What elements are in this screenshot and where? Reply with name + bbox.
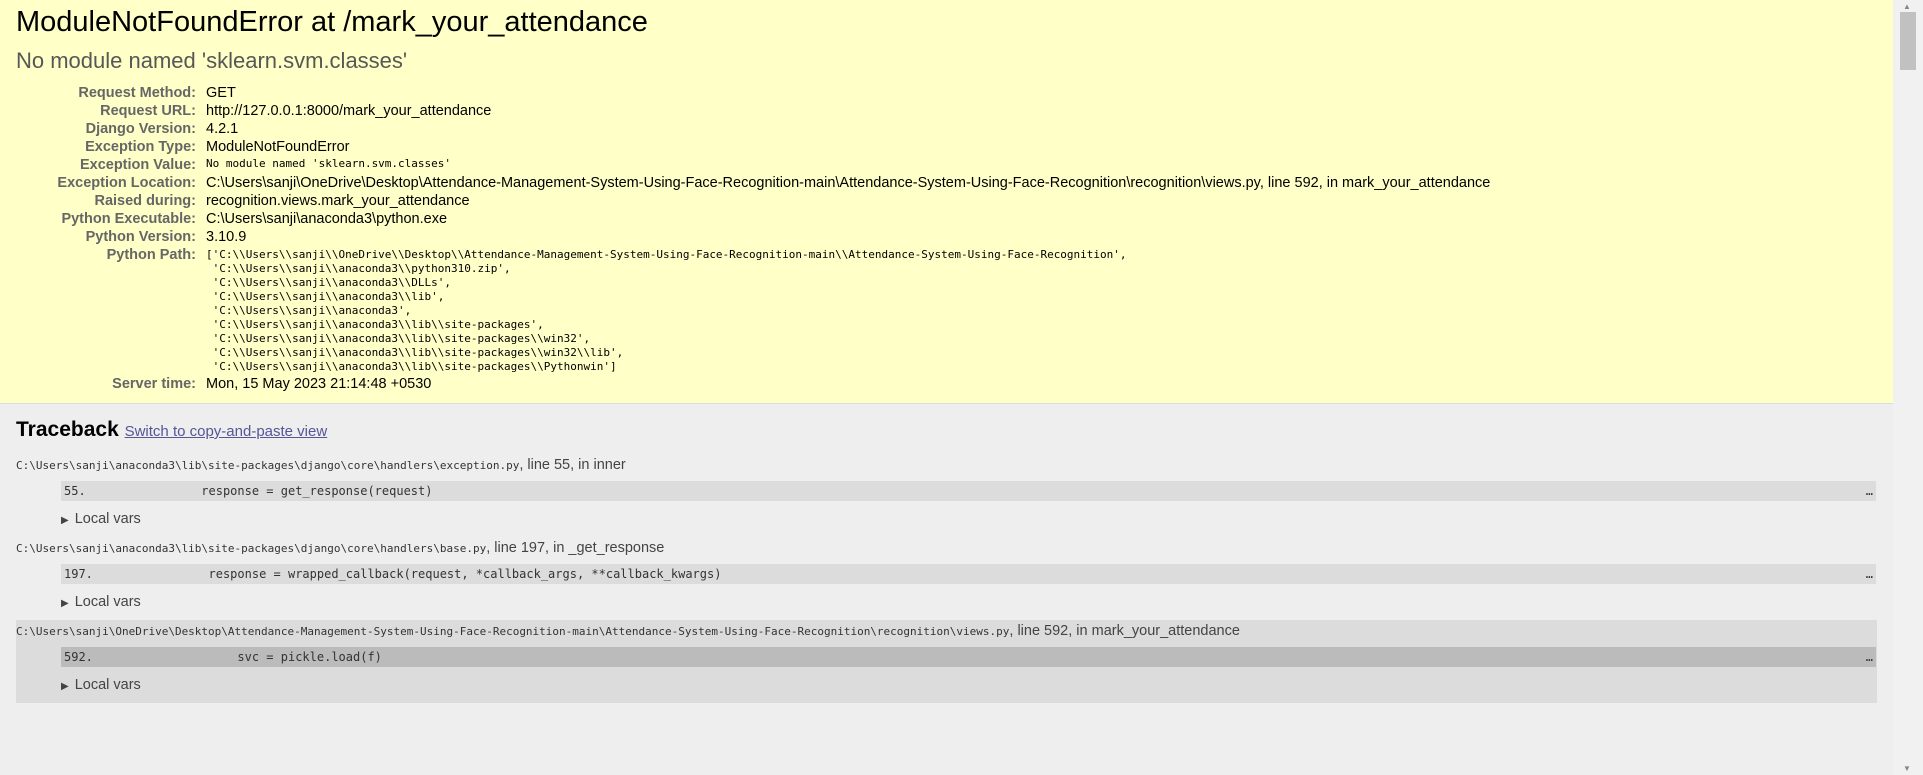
- meta-value: ModuleNotFoundError: [206, 139, 350, 155]
- python-path-list: ['C:\\Users\\sanji\\OneDrive\\Desktop\\A…: [206, 248, 1490, 374]
- frame-line-info: , line 55, in inner: [519, 457, 626, 473]
- local-vars-toggle[interactable]: ▶ Local vars: [61, 594, 1877, 610]
- meta-value: C:\Users\sanji\OneDrive\Desktop\Attendan…: [206, 175, 1491, 191]
- scrollbar-thumb[interactable]: [1900, 12, 1916, 70]
- traceback-frame-user: C:\Users\sanji\OneDrive\Desktop\Attendan…: [16, 620, 1877, 703]
- python-path-entry: 'C:\\Users\\sanji\\anaconda3\\DLLs',: [206, 276, 452, 289]
- meta-row-exception-type: Exception Type: ModuleNotFoundError: [16, 138, 1490, 156]
- traceback-frame: C:\Users\sanji\anaconda3\lib\site-packag…: [16, 537, 1877, 620]
- meta-row-python-version: Python Version: 3.10.9: [16, 228, 1490, 246]
- meta-row-raised-during: Raised during: recognition.views.mark_yo…: [16, 192, 1490, 210]
- context-line[interactable]: 592. svc = pickle.load(f) …: [61, 647, 1876, 667]
- meta-value: GET: [206, 85, 236, 101]
- meta-label: Python Version:: [85, 229, 196, 245]
- ellipsis-icon[interactable]: …: [1866, 647, 1873, 667]
- traceback-title: Traceback: [16, 418, 119, 441]
- code-text: svc = pickle.load(f): [92, 650, 382, 664]
- local-vars-toggle[interactable]: ▶ Local vars: [61, 677, 1877, 693]
- exception-value-heading: No module named 'sklearn.svm.classes': [16, 48, 408, 73]
- line-number: 197.: [64, 567, 93, 581]
- meta-label: Exception Value:: [79, 157, 196, 173]
- meta-label: Raised during:: [94, 193, 196, 209]
- python-path-entry: 'C:\\Users\\sanji\\anaconda3\\python310.…: [206, 262, 511, 275]
- local-vars-label: Local vars: [74, 677, 141, 693]
- code-text: response = get_response(request): [85, 484, 433, 498]
- scroll-down-icon[interactable]: ▼: [1903, 764, 1911, 773]
- meta-row-server-time: Server time: Mon, 15 May 2023 21:14:48 +…: [16, 375, 1490, 393]
- meta-row-django-version: Django Version: 4.2.1: [16, 120, 1490, 138]
- meta-row-request-url: Request URL: http://127.0.0.1:8000/mark_…: [16, 102, 1490, 120]
- meta-row-python-executable: Python Executable: C:\Users\sanji\anacon…: [16, 210, 1490, 228]
- python-path-entry: 'C:\\Users\\sanji\\anaconda3',: [206, 304, 412, 317]
- python-path-entry: 'C:\\Users\\sanji\\anaconda3\\lib\\site-…: [206, 346, 624, 359]
- switch-copy-paste-link[interactable]: Switch to copy-and-paste view: [125, 423, 328, 440]
- frame-file-path: C:\Users\sanji\OneDrive\Desktop\Attendan…: [16, 625, 1010, 638]
- meta-label: Request Method:: [78, 85, 196, 101]
- meta-label: Exception Location:: [57, 175, 196, 191]
- django-error-page: ModuleNotFoundError at /mark_your_attend…: [0, 0, 1893, 775]
- meta-label: Python Executable:: [61, 211, 196, 227]
- python-path-entry: 'C:\\Users\\sanji\\anaconda3\\lib\\site-…: [206, 318, 544, 331]
- meta-label: Server time:: [112, 376, 196, 392]
- local-vars-label: Local vars: [74, 511, 141, 527]
- meta-value: 4.2.1: [206, 121, 239, 137]
- line-number: 55.: [64, 484, 86, 498]
- triangle-right-icon: ▶: [61, 515, 69, 526]
- meta-label: Django Version:: [85, 121, 196, 137]
- traceback-heading: Traceback Switch to copy-and-paste view: [16, 418, 1877, 442]
- meta-label: Python Path:: [106, 247, 196, 263]
- frame-file-path: C:\Users\sanji\anaconda3\lib\site-packag…: [16, 459, 520, 472]
- meta-row-exception-location: Exception Location: C:\Users\sanji\OneDr…: [16, 174, 1490, 192]
- meta-label: Exception Type:: [85, 139, 196, 155]
- python-path-entry: 'C:\\Users\\sanji\\anaconda3\\lib',: [206, 290, 445, 303]
- triangle-right-icon: ▶: [61, 681, 69, 692]
- python-path-entry: 'C:\\Users\\sanji\\anaconda3\\lib\\site-…: [206, 360, 617, 373]
- frame-location: C:\Users\sanji\OneDrive\Desktop\Attendan…: [16, 623, 1877, 639]
- ellipsis-icon[interactable]: …: [1866, 481, 1873, 501]
- meta-row-request-method: Request Method: GET: [16, 84, 1490, 102]
- meta-label: Request URL:: [100, 103, 196, 119]
- frame-location: C:\Users\sanji\anaconda3\lib\site-packag…: [16, 457, 1877, 473]
- request-meta-table: Request Method: GET Request URL: http://…: [16, 84, 1490, 393]
- meta-value: Mon, 15 May 2023 21:14:48 +0530: [206, 376, 432, 392]
- scroll-up-icon[interactable]: ▲: [1903, 2, 1911, 11]
- line-number: 592.: [64, 650, 93, 664]
- traceback-section: Traceback Switch to copy-and-paste view …: [0, 404, 1893, 711]
- meta-row-python-path: Python Path: ['C:\\Users\\sanji\\OneDriv…: [16, 246, 1490, 375]
- frame-location: C:\Users\sanji\anaconda3\lib\site-packag…: [16, 540, 1877, 556]
- traceback-frame: C:\Users\sanji\anaconda3\lib\site-packag…: [16, 454, 1877, 537]
- context-line[interactable]: 55. response = get_response(request) …: [61, 481, 1876, 501]
- local-vars-label: Local vars: [74, 594, 141, 610]
- meta-value: http://127.0.0.1:8000/mark_your_attendan…: [206, 103, 492, 119]
- vertical-scrollbar[interactable]: ▲ ▼: [1893, 0, 1923, 775]
- local-vars-toggle[interactable]: ▶ Local vars: [61, 511, 1877, 527]
- page-title: ModuleNotFoundError at /mark_your_attend…: [16, 6, 648, 38]
- python-path-entry: ['C:\\Users\\sanji\\OneDrive\\Desktop\\A…: [206, 248, 1127, 261]
- meta-value: recognition.views.mark_your_attendance: [206, 193, 470, 209]
- meta-value: C:\Users\sanji\anaconda3\python.exe: [206, 211, 448, 227]
- python-path-value: ['C:\\Users\\sanji\\OneDrive\\Desktop\\A…: [206, 246, 1490, 375]
- meta-row-exception-value: Exception Value: No module named 'sklear…: [16, 156, 1490, 174]
- code-text: response = wrapped_callback(request, *ca…: [92, 567, 722, 581]
- meta-value: No module named 'sklearn.svm.classes': [206, 157, 452, 170]
- frame-line-info: , line 592, in mark_your_attendance: [1009, 623, 1240, 639]
- frame-file-path: C:\Users\sanji\anaconda3\lib\site-packag…: [16, 542, 487, 555]
- context-line[interactable]: 197. response = wrapped_callback(request…: [61, 564, 1876, 584]
- error-summary: ModuleNotFoundError at /mark_your_attend…: [0, 0, 1893, 404]
- frame-line-info: , line 197, in _get_response: [486, 540, 665, 556]
- ellipsis-icon[interactable]: …: [1866, 564, 1873, 584]
- triangle-right-icon: ▶: [61, 598, 69, 609]
- python-path-entry: 'C:\\Users\\sanji\\anaconda3\\lib\\site-…: [206, 332, 591, 345]
- meta-value: 3.10.9: [206, 229, 247, 245]
